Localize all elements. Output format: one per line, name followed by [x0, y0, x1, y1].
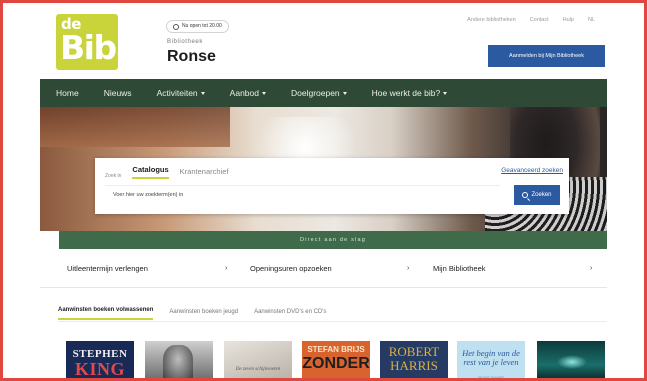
language-select[interactable]: NL: [588, 17, 595, 23]
library-subtitle: Bibliotheek: [167, 39, 203, 45]
tab-newspaper-archive[interactable]: Krantenarchief: [180, 167, 229, 179]
opening-hours-text: Nu open tot 20.00: [182, 23, 222, 29]
search-button-label: Zoeken: [531, 192, 552, 198]
book-cover-text: KING: [74, 359, 125, 379]
cover-art: [557, 355, 587, 369]
search-icon: [522, 192, 529, 198]
search-input[interactable]: Voer hier uw zoekterm(en) in: [105, 185, 500, 203]
nav-item-target-groups[interactable]: Doelgroepen: [291, 88, 347, 98]
caret-down-icon: [200, 91, 205, 95]
nav-label: Home: [56, 88, 79, 98]
clock-icon: [173, 23, 179, 30]
chevron-right-icon: ›: [407, 265, 410, 272]
nav-item-how-it-works[interactable]: Hoe werkt de bib?: [372, 88, 448, 98]
caret-down-icon: [342, 91, 347, 95]
top-links: Andere bibliotheken Contact Hulp NL: [467, 17, 595, 23]
search-tabs: Zoek in Catalogus Krantenarchief: [105, 165, 228, 179]
search-panel: Zoek in Catalogus Krantenarchief Geavanc…: [95, 158, 569, 214]
quick-link-renew-loan[interactable]: Uitleentermijn verlengen: [67, 264, 148, 273]
logo-line2: Bib: [60, 28, 117, 67]
advanced-search-link[interactable]: Geavanceerd zoeken: [501, 167, 563, 174]
book-cover-text: ZONDER: [302, 355, 370, 372]
top-link-other-libraries[interactable]: Andere bibliotheken: [467, 17, 516, 23]
nav-label: Doelgroepen: [290, 88, 340, 98]
nav-label: Hoe werkt de bib?: [371, 88, 441, 98]
tab-catalog[interactable]: Catalogus: [132, 165, 169, 179]
book-cover[interactable]: De zeven schijnvoeten: [224, 341, 292, 381]
book-cover[interactable]: STEPHEN KING: [66, 341, 134, 381]
chevron-right-icon: ›: [590, 265, 593, 272]
book-cover[interactable]: STEFAN BRIJS ZONDER: [302, 341, 370, 381]
section-divider: [40, 287, 607, 288]
quick-link-my-library[interactable]: Mijn Bibliotheek: [433, 264, 486, 273]
nav-item-news[interactable]: Nieuws: [104, 88, 132, 98]
tab-youth-books[interactable]: Aanwinsten boeken jeugd: [169, 309, 238, 320]
caret-down-icon: [261, 91, 266, 95]
login-button[interactable]: Aanmelden bij Mijn Bibliotheek: [488, 45, 605, 67]
nav-item-home[interactable]: Home: [56, 88, 79, 98]
book-cover-text: ROSS DIVINE: [478, 375, 504, 380]
book-cover[interactable]: Het begin van de rest van je leven ROSS …: [457, 341, 525, 381]
top-link-help[interactable]: Hulp: [563, 17, 574, 23]
hero-shelf: [40, 107, 230, 147]
quick-links: Uitleentermijn verlengen › Openingsuren …: [67, 264, 607, 276]
opening-hours-badge[interactable]: Nu open tot 20.00: [166, 20, 229, 33]
book-cover[interactable]: [145, 341, 213, 381]
book-cover[interactable]: ROBERT HARRIS: [380, 341, 448, 381]
library-name: Ronse: [167, 48, 216, 65]
book-cover[interactable]: [537, 341, 605, 381]
search-prefix: Zoek in: [105, 173, 122, 179]
nav-item-offer[interactable]: Aanbod: [230, 88, 266, 98]
book-cover-text: HARRIS: [390, 358, 438, 373]
tab-dvds-cds[interactable]: Aanwinsten DVD's en CD's: [254, 309, 326, 320]
nav-label: Aanbod: [229, 88, 259, 98]
tab-adult-books[interactable]: Aanwinsten boeken volwassenen: [58, 307, 154, 320]
get-started-bar: Direct aan de slag: [59, 231, 607, 249]
nav-label: Activiteiten: [156, 88, 198, 98]
book-cover-text: ROBERT: [388, 344, 440, 359]
cover-portrait: [163, 345, 193, 381]
caret-down-icon: [443, 91, 448, 95]
de-bib-logo[interactable]: de Bib: [56, 14, 118, 70]
acquisitions-tabs: Aanwinsten boeken volwassenen Aanwinsten…: [58, 307, 326, 320]
quick-link-opening-hours[interactable]: Openingsuren opzoeken: [250, 264, 332, 273]
book-cover-text: Het begin van de rest van je leven: [462, 348, 520, 367]
top-link-contact[interactable]: Contact: [530, 17, 549, 23]
main-nav: Home Nieuws Activiteiten Aanbod Doelgroe…: [40, 79, 607, 107]
nav-label: Nieuws: [103, 88, 132, 98]
book-cover-text: STEFAN BRIJS: [307, 345, 365, 354]
nav-item-activities[interactable]: Activiteiten: [157, 88, 205, 98]
acquisitions-underline: [58, 321, 607, 322]
search-button[interactable]: Zoeken: [514, 185, 560, 205]
chevron-right-icon: ›: [225, 265, 228, 272]
book-cover-text: De zeven schijnvoeten: [235, 367, 281, 372]
